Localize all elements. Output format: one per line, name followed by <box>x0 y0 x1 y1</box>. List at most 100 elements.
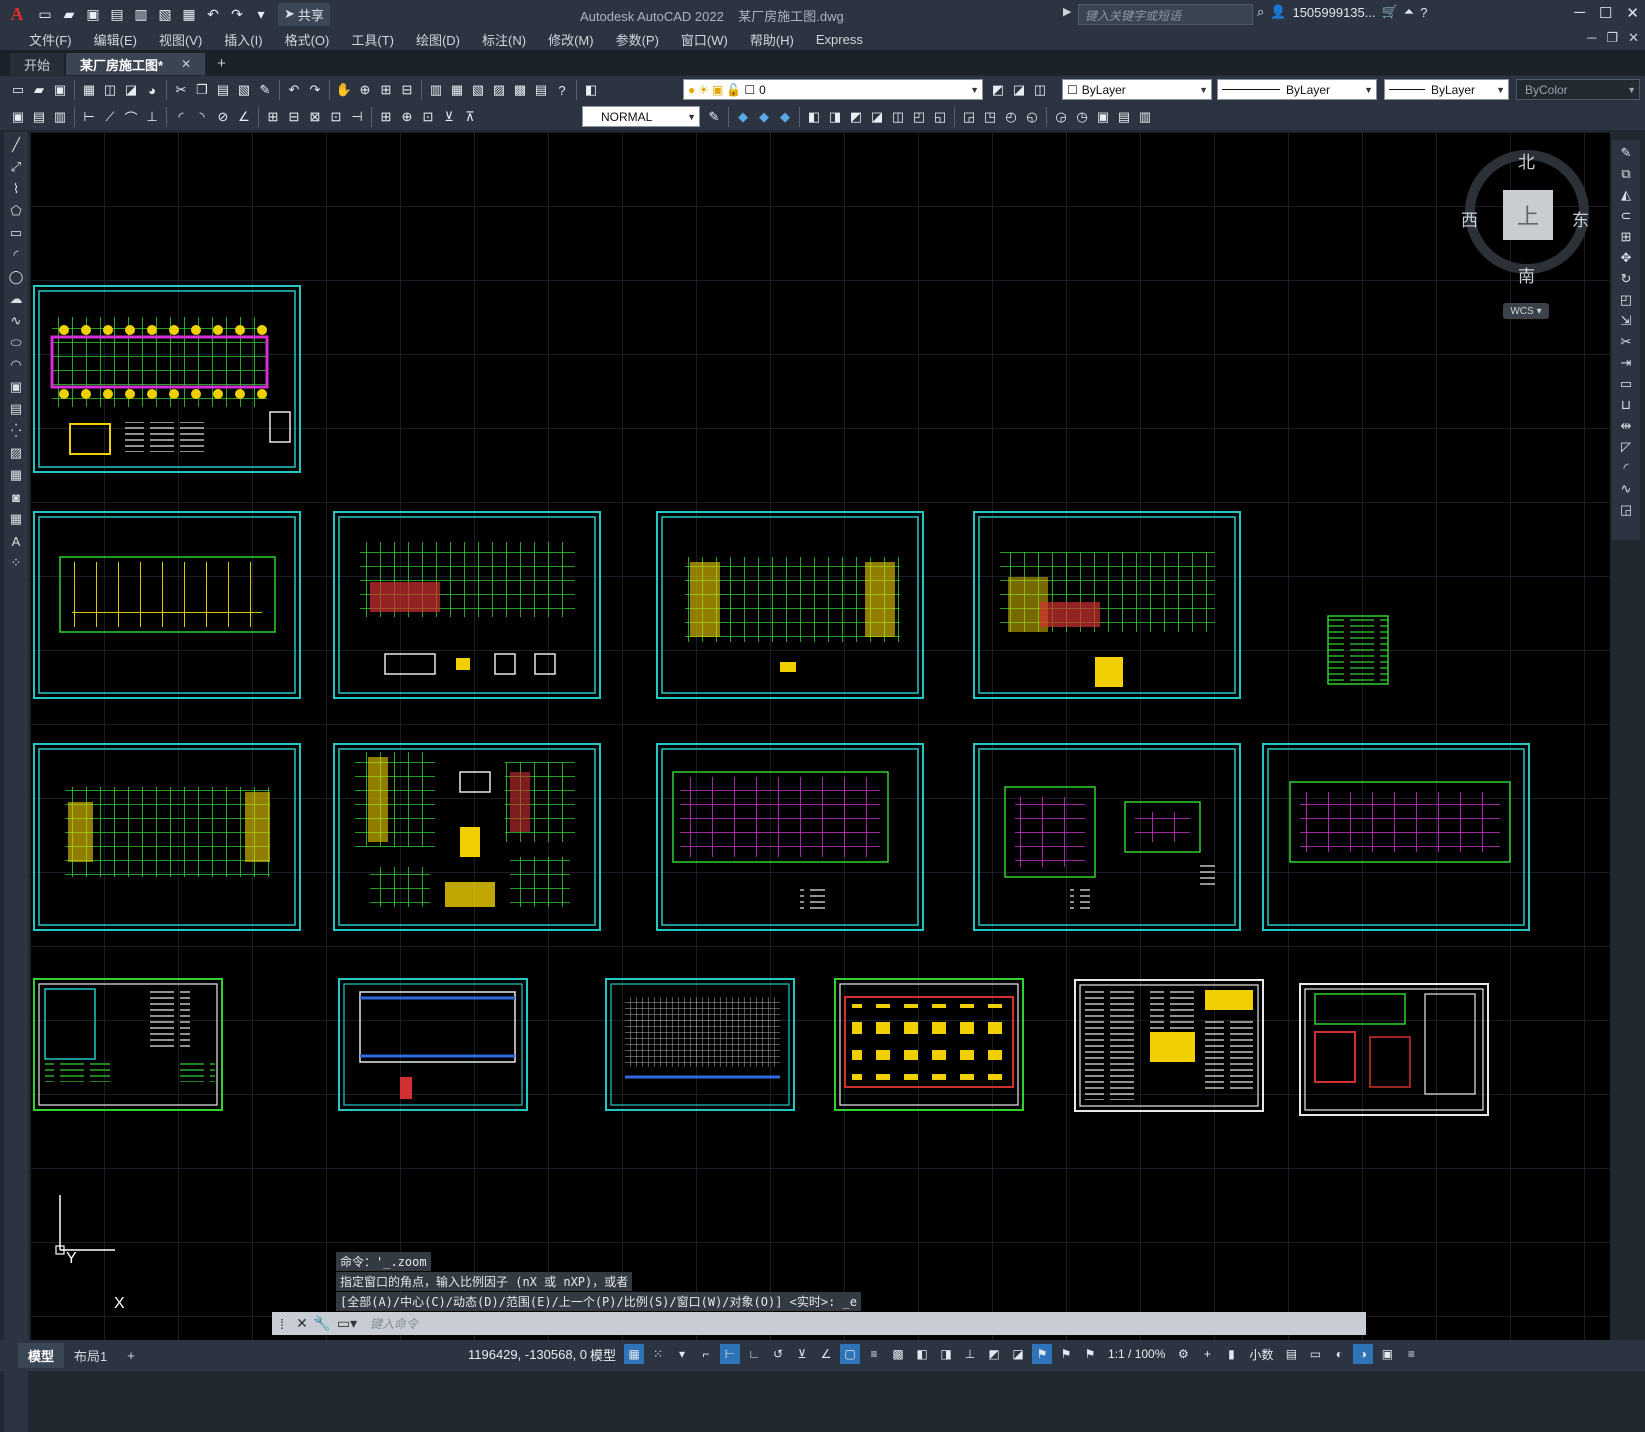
customize-icon[interactable]: 🔧 <box>312 1315 332 1332</box>
menu-modify[interactable]: 修改(M) <box>537 30 605 49</box>
recent-commands-icon[interactable]: ▭▾ <box>332 1315 362 1332</box>
cursor-coordinates[interactable]: 1196429, -130568, 0 <box>468 1347 587 1362</box>
explode-icon[interactable]: ◲ <box>1616 501 1636 519</box>
mirror-icon[interactable]: ◭ <box>1616 186 1636 204</box>
drawing-canvas[interactable] <box>30 132 1610 1340</box>
erase-icon[interactable]: ✎ <box>1616 144 1636 162</box>
ellipse-icon[interactable]: ⬭ <box>6 334 26 352</box>
qnew-icon[interactable]: ▭ <box>8 80 28 100</box>
ucs-object-icon[interactable]: ▥ <box>1135 107 1155 127</box>
baseline-dim-icon[interactable]: ⊟ <box>284 107 304 127</box>
clean-screen-icon[interactable]: ▣ <box>1377 1344 1397 1364</box>
markup-icon[interactable]: ▩ <box>510 80 530 100</box>
close-command-line-icon[interactable]: ✕ <box>292 1315 312 1332</box>
minimize-icon[interactable]: ─ <box>1574 4 1585 22</box>
infer-constraints-icon[interactable]: ⌐ <box>696 1344 716 1364</box>
line-icon[interactable]: ╱ <box>6 136 26 154</box>
pan-icon[interactable]: ✋ <box>334 80 354 100</box>
trim-icon[interactable]: ✂ <box>1616 333 1636 351</box>
open-web-icon[interactable]: ▥ <box>130 3 152 25</box>
new-tab-icon[interactable]: + <box>207 52 236 75</box>
maximize-icon[interactable]: ☐ <box>1599 4 1612 22</box>
snap-caret-icon[interactable]: ▾ <box>672 1344 692 1364</box>
preview-icon[interactable]: ◫ <box>100 80 120 100</box>
linetype-dropdown[interactable]: ByLayer ▼ <box>1217 79 1377 100</box>
angular-dim-icon[interactable]: ∠ <box>234 107 254 127</box>
close-icon[interactable]: ✕ <box>1626 4 1639 22</box>
doc-close-icon[interactable]: ✕ <box>1628 30 1639 46</box>
color-dropdown[interactable]: ☐ ByLayer ▼ <box>1062 79 1212 100</box>
cart-icon[interactable]: 🛒 <box>1382 4 1398 20</box>
view-top-icon[interactable]: ◆ <box>733 107 753 127</box>
menu-window[interactable]: 窗口(W) <box>670 30 739 49</box>
units-dropdown[interactable]: 小数 <box>1249 1346 1273 1363</box>
menu-tools[interactable]: 工具(T) <box>340 30 405 49</box>
stretch-icon[interactable]: ⇲ <box>1616 312 1636 330</box>
zoom-window-icon[interactable]: ⊞ <box>376 80 396 100</box>
save-as-icon[interactable]: ▤ <box>106 3 128 25</box>
polar-icon[interactable]: ↺ <box>768 1344 788 1364</box>
undo-tool-icon[interactable]: ↶ <box>284 80 304 100</box>
ordinate-dim-icon[interactable]: ⊥ <box>142 107 162 127</box>
se-iso-icon[interactable]: ◫ <box>888 107 908 127</box>
units-icon[interactable]: ▮ <box>1221 1344 1241 1364</box>
doc-minimize-icon[interactable]: ─ <box>1587 30 1596 46</box>
menu-format[interactable]: 格式(O) <box>274 30 341 49</box>
ellipse-arc-icon[interactable]: ◠ <box>6 356 26 374</box>
tab-layout1[interactable]: 布局1 <box>64 1343 117 1368</box>
properties-icon[interactable]: ▥ <box>426 80 446 100</box>
ortho-icon[interactable]: ∟ <box>744 1344 764 1364</box>
gradient-icon[interactable]: ▦ <box>6 466 26 484</box>
menu-edit[interactable]: 编辑(E) <box>83 30 148 49</box>
viewcube-west[interactable]: 西 <box>1461 206 1478 231</box>
point-icon[interactable]: ⁛ <box>6 422 26 440</box>
blend-curves-icon[interactable]: ∿ <box>1616 480 1636 498</box>
save-icon[interactable]: ▣ <box>82 3 104 25</box>
graphics-performance-icon[interactable]: ◑ <box>1353 1344 1374 1364</box>
join-icon[interactable]: ⇹ <box>1616 417 1636 435</box>
inspect-icon[interactable]: ⊡ <box>418 107 438 127</box>
visual-style-2d-icon[interactable]: ◲ <box>959 107 979 127</box>
dim-edit-icon[interactable]: ⊼ <box>460 107 480 127</box>
rectangle-icon[interactable]: ▭ <box>6 224 26 242</box>
new-icon[interactable]: ▭ <box>34 3 56 25</box>
chamfer-icon[interactable]: ◸ <box>1616 438 1636 456</box>
break-icon[interactable]: ⊔ <box>1616 396 1636 414</box>
insert-block-icon[interactable]: ▣ <box>6 378 26 396</box>
annotation-monitor-icon[interactable]: + <box>1197 1344 1217 1364</box>
search-expand-icon[interactable]: ▶ <box>1063 5 1071 18</box>
continue-dim-icon[interactable]: ⊠ <box>305 107 325 127</box>
wcs-button[interactable]: WCS ▾ <box>1503 303 1549 319</box>
cut-icon[interactable]: ✂ <box>171 80 191 100</box>
object-snap-tracking-icon[interactable]: ∠ <box>816 1344 836 1364</box>
fillet-icon[interactable]: ◜ <box>1616 459 1636 477</box>
plot-tool-icon[interactable]: ▦ <box>79 80 99 100</box>
ucs-world-icon[interactable]: ◷ <box>1072 107 1092 127</box>
copy-object-icon[interactable]: ⧉ <box>1616 165 1636 183</box>
save-web-icon[interactable]: ▧ <box>154 3 176 25</box>
isolate-objects-icon[interactable]: ◐ <box>1329 1344 1349 1364</box>
menu-file[interactable]: 文件(F) <box>18 30 83 49</box>
ne-iso-icon[interactable]: ◰ <box>909 107 929 127</box>
ucs-icon[interactable]: ◶ <box>1051 107 1071 127</box>
polygon-icon[interactable]: ⬠ <box>6 202 26 220</box>
zoom-previous-icon[interactable]: ⊟ <box>397 80 417 100</box>
spline-icon[interactable]: ∿ <box>6 312 26 330</box>
lineweight-icon[interactable]: ≡ <box>864 1344 884 1364</box>
viewcube-east[interactable]: 东 <box>1572 206 1589 231</box>
plot-icon[interactable]: ▦ <box>178 3 200 25</box>
ucs-face-icon[interactable]: ▤ <box>1114 107 1134 127</box>
aligned-dim-icon[interactable]: ⟋ <box>100 107 120 127</box>
design-center-icon[interactable]: ▦ <box>447 80 467 100</box>
transparency-icon[interactable]: ▩ <box>888 1344 908 1364</box>
grid-icon[interactable]: ▦ <box>624 1344 645 1364</box>
style-dropdown[interactable]: NORMAL ▼ <box>582 106 700 127</box>
open-icon[interactable]: ▰ <box>58 3 80 25</box>
annotation-scale-icon[interactable]: ⚑ <box>1080 1344 1100 1364</box>
tab-start[interactable]: 开始 <box>10 53 65 75</box>
make-current-layer-icon[interactable]: ◩ <box>988 80 1008 100</box>
help-icon[interactable]: ? <box>1420 5 1427 20</box>
zoom-realtime-icon[interactable]: ⊕ <box>355 80 375 100</box>
annotation-visibility-icon[interactable]: ⚑ <box>1032 1344 1053 1364</box>
match-properties-icon[interactable]: ▧ <box>234 80 254 100</box>
